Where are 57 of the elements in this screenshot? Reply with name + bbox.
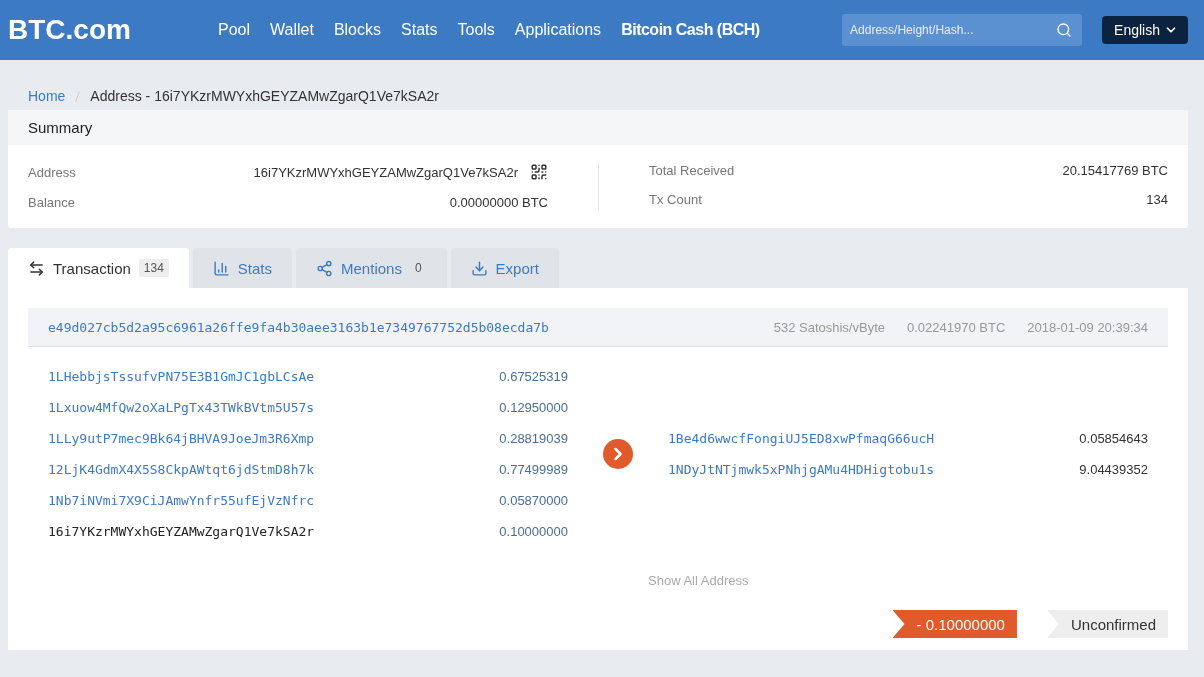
language-dropdown[interactable]: English bbox=[1102, 16, 1188, 44]
tab[interactable]: Transaction 134 bbox=[8, 248, 189, 288]
field-value: 134 bbox=[1146, 192, 1168, 207]
count-label: 134 bbox=[138, 259, 169, 277]
show-all-link[interactable]: Show All Address bbox=[648, 573, 1168, 588]
address-link[interactable]: 1NDyJtNTjmwk5xPNhjgAMu4HDHigtobu1s bbox=[668, 462, 935, 477]
amount: 0.05854643 bbox=[1079, 431, 1148, 446]
nav-link[interactable]: Wallet bbox=[270, 21, 314, 39]
amount: 9.04439352 bbox=[1079, 462, 1148, 477]
timestamp: 2018-01-09 20:39:34 bbox=[1027, 319, 1148, 335]
nav-link[interactable]: Tools bbox=[457, 21, 495, 39]
download-icon bbox=[470, 259, 488, 277]
field-value: 16i7YKzrMWYxhGEYZAMwZgarQ1Ve7kSA2r bbox=[253, 164, 518, 180]
nav-link[interactable]: Blocks bbox=[333, 21, 381, 39]
status-tag: Unconfirmed bbox=[1046, 610, 1168, 638]
fee-rate: 532 Satoshis/vByte bbox=[773, 319, 885, 335]
transaction-hash-link[interactable]: e49d027cb5d2a95c6961a26ffe9fa4b30aee3163b1e7349767752d5b08ecda7b bbox=[48, 319, 549, 335]
amount: 0.12950000 bbox=[499, 400, 568, 415]
search-icon[interactable] bbox=[1056, 22, 1073, 38]
tab[interactable]: Stats bbox=[192, 248, 293, 288]
amount: 0.10000000 bbox=[499, 524, 568, 539]
fee: 0.02241970 BTC bbox=[907, 319, 1006, 335]
bar-chart-icon bbox=[212, 259, 230, 277]
nav-link[interactable]: Applications bbox=[514, 21, 602, 39]
address-text: 16i7YKzrMWYxhGEYZAMwZgarQ1Ve7kSA2r bbox=[48, 524, 315, 539]
address-link[interactable]: 12LjK4GdmX4X5S8CkpAWtqt6jdStmD8h7k bbox=[48, 462, 315, 477]
amount-tag: - 0.10000000 bbox=[892, 610, 1017, 638]
share-icon bbox=[316, 259, 334, 277]
nav-link[interactable]: Stats bbox=[401, 21, 438, 39]
address-link[interactable]: 1Be4d6wwcfFongiUJ5ED8xwPfmaqG66ucH bbox=[668, 431, 935, 446]
amount: 0.77499989 bbox=[499, 462, 568, 477]
tab[interactable]: Export bbox=[450, 248, 559, 288]
nav-link[interactable]: Bitcoin Cash (BCH) bbox=[621, 21, 760, 39]
qr-code-icon[interactable] bbox=[530, 163, 548, 181]
amount: 0.67525319 bbox=[499, 369, 568, 384]
address-link[interactable]: 1LLy9utP7mec9Bk64jBHVA9JoeJm3R6Xmp bbox=[48, 431, 315, 446]
amount: 0.05870000 bbox=[499, 493, 568, 508]
field-label: Total Received bbox=[649, 163, 735, 178]
field-label: Address bbox=[28, 164, 76, 180]
address-link[interactable]: 1LHebbjsTssufvPN75E3B1GmJC1gbLCsAe bbox=[48, 369, 315, 384]
field-value: 0.00000000 BTC bbox=[449, 195, 548, 210]
field-value: 20.15417769 BTC bbox=[1062, 163, 1168, 178]
count-label: 0 bbox=[413, 260, 423, 277]
breadcrumb-link[interactable]: Home bbox=[28, 88, 66, 104]
arrow-circle-icon bbox=[603, 439, 633, 469]
field-label: Tx Count bbox=[649, 192, 702, 207]
summary-title: Summary bbox=[8, 110, 1188, 145]
field-label: Balance bbox=[28, 195, 75, 210]
amount: 0.28819039 bbox=[499, 431, 568, 446]
tab[interactable]: Mentions 0 bbox=[296, 248, 447, 288]
swap-arrows-icon bbox=[28, 259, 45, 277]
nav-link[interactable]: Pool bbox=[218, 21, 251, 39]
breadcrumb-current: Address - 16i7YKzrMWYxhGEYZAMwZgarQ1Ve7kSA2r bbox=[90, 88, 439, 104]
address-link[interactable]: 1Nb7iNVmi7X9CiJAmwYnfr55ufEjVzNfrc bbox=[48, 493, 315, 508]
search-field[interactable]: Address/Height/Hash... bbox=[842, 14, 1083, 46]
logo[interactable]: BTC.com bbox=[8, 14, 218, 46]
address-link[interactable]: 1Lxuow4MfQw2oXaLPgTx43TWkBVtm5U57s bbox=[48, 400, 315, 415]
